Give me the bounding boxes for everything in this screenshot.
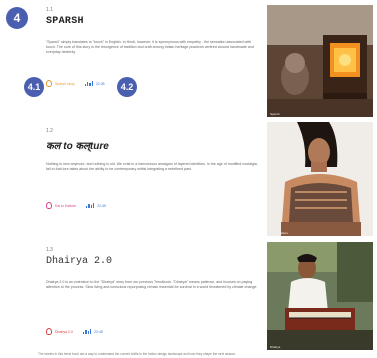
section-badge-main: 4 bbox=[6, 7, 28, 29]
section-meta: Sparsh story 22:45 bbox=[46, 80, 105, 87]
photo-dhairya: Dhairya bbox=[267, 242, 373, 350]
meta-badge: 4.1 bbox=[24, 77, 44, 97]
stat-link[interactable]: 22:45 bbox=[86, 203, 106, 208]
footer-text: The stories in this trend book are a way… bbox=[38, 352, 237, 356]
section-number: 1.3 bbox=[46, 247, 53, 253]
meta-link[interactable]: Dhairya 2.0 bbox=[46, 328, 73, 335]
musician-photo bbox=[267, 242, 373, 350]
section-title: कल to कल्ture bbox=[46, 138, 109, 152]
photo-sparsh: Sparsh bbox=[267, 5, 373, 117]
meta-label: Dhairya 2.0 bbox=[55, 329, 73, 334]
section-dhairya: 1.3 Dhairya 2.0 Dhairya 2.0 is an extens… bbox=[38, 238, 270, 350]
photo-kal-to-kalture: Kal to Kalture bbox=[267, 122, 373, 236]
pin-icon bbox=[46, 328, 52, 335]
stat-label: 22:45 bbox=[97, 203, 106, 208]
stat-label: 22:45 bbox=[94, 329, 103, 334]
lamp-photo bbox=[267, 5, 373, 117]
section-description: Nothing is new anymore, and nothing is o… bbox=[46, 162, 258, 172]
section-meta: Dhairya 2.0 22:45 bbox=[46, 328, 103, 335]
meta-link[interactable]: Sparsh story bbox=[46, 80, 75, 87]
stat-badge: 4.2 bbox=[117, 77, 137, 97]
bar-chart-icon bbox=[82, 329, 92, 334]
section-title: SPARSH bbox=[46, 16, 84, 27]
section-description: Dhairya 2.0 is an extension to the "Dhai… bbox=[46, 280, 258, 290]
trend-book-page: 4 1.1 SPARSH "Sparsh" simply translates … bbox=[0, 0, 377, 358]
photo-caption: Kal to Kalture bbox=[270, 231, 289, 235]
section-title: Dhairya 2.0 bbox=[46, 256, 112, 267]
bar-chart-icon bbox=[86, 203, 95, 208]
section-description: "Sparsh" simply translates to "touch" in… bbox=[46, 40, 254, 55]
section-sparsh: 1.1 SPARSH "Sparsh" simply translates to… bbox=[38, 0, 270, 120]
section-title-text: Dhairya 2.0 bbox=[46, 256, 113, 267]
meta-label: Sparsh story bbox=[55, 81, 75, 86]
photo-caption: Sparsh bbox=[270, 112, 280, 116]
stat-link[interactable]: 22:45 bbox=[84, 81, 105, 86]
meta-label: Kal to Kalture bbox=[55, 203, 77, 208]
stat-label: 22:45 bbox=[95, 81, 105, 86]
section-title-text: SPARSH bbox=[46, 16, 84, 27]
pin-icon bbox=[46, 80, 52, 87]
section-number: 1.2 bbox=[46, 128, 53, 134]
stat-link[interactable]: 22:45 bbox=[82, 329, 103, 334]
portrait-photo bbox=[267, 122, 373, 236]
bar-chart-icon bbox=[84, 81, 93, 86]
pin-icon bbox=[46, 202, 52, 209]
section-meta: Kal to Kalture 22:45 bbox=[46, 202, 106, 209]
section-title-text: कल to कल्ture bbox=[46, 141, 109, 152]
section-number: 1.1 bbox=[46, 7, 53, 13]
section-kal-to-kalture: 1.2 कल to कल्ture Nothing is new anymore… bbox=[38, 120, 270, 235]
meta-link[interactable]: Kal to Kalture bbox=[46, 202, 76, 209]
photo-caption: Dhairya bbox=[270, 345, 281, 349]
